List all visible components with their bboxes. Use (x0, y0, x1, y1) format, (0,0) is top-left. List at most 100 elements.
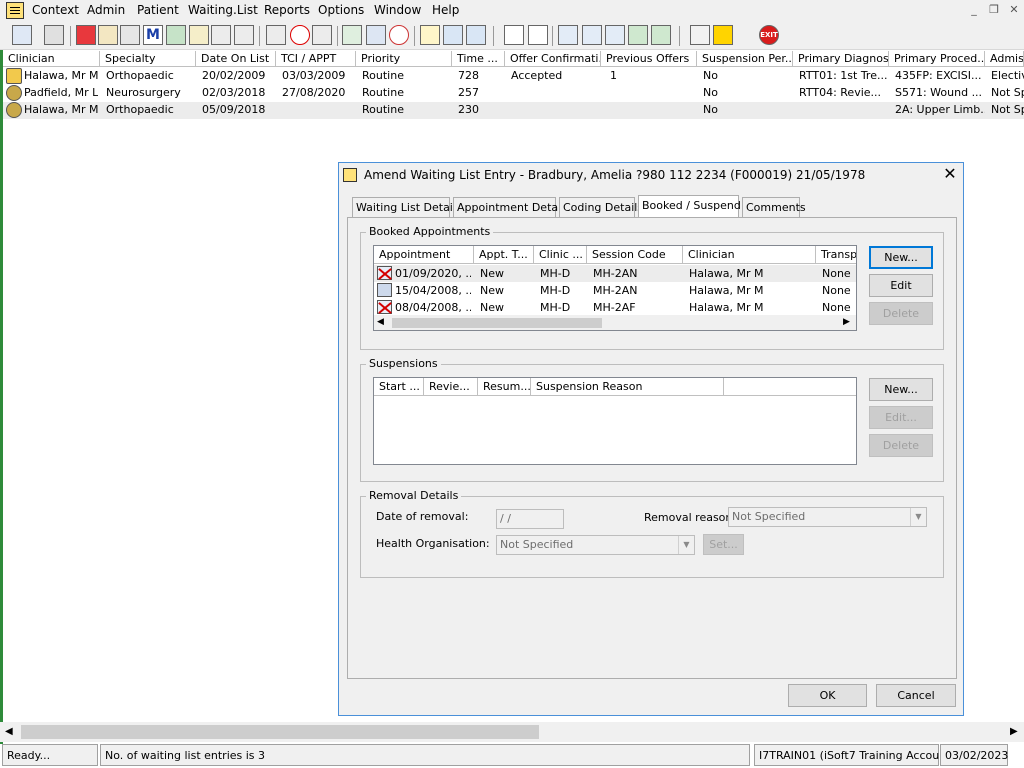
col-clinician[interactable]: Clinician (3, 51, 100, 67)
col-clinician[interactable]: Clinician (683, 246, 816, 264)
menu-context[interactable]: Context (32, 3, 79, 17)
list-check-icon[interactable] (605, 25, 625, 45)
warning-icon[interactable] (713, 25, 733, 45)
menu-patient[interactable]: Patient (137, 3, 179, 17)
scroll-thumb[interactable] (21, 725, 539, 739)
col-resume[interactable]: Resum... (478, 378, 531, 396)
table-row[interactable]: Halawa, Mr M Orthopaedic 20/02/2009 03/0… (3, 68, 1024, 85)
remove-list-icon[interactable] (266, 25, 286, 45)
col-suspension-reason[interactable]: Suspension Reason (531, 378, 724, 396)
col-date-on-list[interactable]: Date On List (196, 51, 276, 67)
col-appt-type[interactable]: Appt. T... (474, 246, 534, 264)
ambulance-icon[interactable] (443, 25, 463, 45)
col-transport[interactable]: Transp (816, 246, 856, 264)
new-suspension-button[interactable]: New... (869, 378, 933, 401)
col-blank[interactable] (724, 378, 856, 396)
delete-suspension-button[interactable]: Delete (869, 434, 933, 457)
clock-icon[interactable] (290, 25, 310, 45)
menu-admin[interactable]: Admin (87, 3, 125, 17)
table-row[interactable]: 01/09/2020, ... New MH-D MH-2AN Halawa, … (374, 265, 856, 282)
m-icon[interactable]: M (143, 25, 163, 45)
tab-booked-suspend[interactable]: Booked / Suspend (638, 195, 741, 217)
document-icon[interactable] (504, 25, 524, 45)
col-admission[interactable]: Admiss (985, 51, 1024, 67)
col-session-code[interactable]: Session Code (587, 246, 683, 264)
gauge-icon[interactable] (389, 25, 409, 45)
edit-suspension-button[interactable]: Edit... (869, 406, 933, 429)
delete-appointment-button[interactable]: Delete (869, 302, 933, 325)
cell-session-code: MH-2AN (593, 267, 638, 280)
table-row[interactable]: Padfield, Mr L Neurosurgery 02/03/2018 2… (3, 85, 1024, 102)
col-offer-confirmation[interactable]: Offer Confirmati... (505, 51, 601, 67)
bar-chart-icon[interactable] (528, 25, 548, 45)
set-organisation-button[interactable]: Set... (703, 534, 744, 555)
col-specialty[interactable]: Specialty (100, 51, 196, 67)
exit-icon[interactable]: EXIT (759, 25, 779, 45)
col-suspension-period[interactable]: Suspension Per... (697, 51, 793, 67)
date-of-removal-field[interactable]: / / (496, 509, 564, 529)
health-organisation-select[interactable]: Not Specified ▼ (496, 535, 695, 555)
table-row[interactable]: Halawa, Mr M Orthopaedic 05/09/2018 Rout… (3, 102, 1024, 119)
globe-icon[interactable] (558, 25, 578, 45)
notes-icon[interactable] (366, 25, 386, 45)
ok-button[interactable]: OK (788, 684, 867, 707)
flag-red-icon[interactable] (234, 25, 254, 45)
tab-appointment-details[interactable]: Appointment Details (453, 197, 570, 217)
menu-options[interactable]: Options (318, 3, 364, 17)
book-icon[interactable] (76, 25, 96, 45)
printer-icon[interactable] (44, 25, 64, 45)
window-icon[interactable] (312, 25, 332, 45)
scroll-thumb[interactable] (392, 318, 602, 328)
col-review[interactable]: Revie... (424, 378, 478, 396)
col-previous-offers[interactable]: Previous Offers (601, 51, 697, 67)
col-appointment[interactable]: Appointment (374, 246, 474, 264)
scroll-right-icon[interactable]: ▶ (843, 317, 850, 327)
col-time[interactable]: Time ... (452, 51, 505, 67)
green-up-icon[interactable] (651, 25, 671, 45)
scroll-left-icon[interactable]: ◀ (377, 317, 384, 327)
swap-arrows-icon[interactable] (690, 25, 710, 45)
removal-reason-select[interactable]: Not Specified ▼ (728, 507, 927, 527)
restore-icon[interactable]: ❐ (986, 3, 1002, 18)
col-priority[interactable]: Priority (356, 51, 452, 67)
toolbar: M EXIT (0, 22, 1024, 50)
close-icon[interactable]: ✕ (1006, 3, 1022, 18)
dialog-close-icon[interactable]: ✕ (941, 165, 959, 183)
scroll-right-icon[interactable]: ▶ (1010, 726, 1018, 737)
edit-document-icon[interactable] (98, 25, 118, 45)
table-row[interactable]: 15/04/2008, ... New MH-D MH-2AN Halawa, … (374, 282, 856, 299)
scroll-left-icon[interactable]: ◀ (5, 726, 13, 737)
menu-reports[interactable]: Reports (264, 3, 310, 17)
grid-scrollbar[interactable]: ◀ ▶ (374, 315, 856, 330)
list-note-icon[interactable] (420, 25, 440, 45)
col-tci-appt[interactable]: TCI / APPT (276, 51, 356, 67)
col-clinic[interactable]: Clinic ... (534, 246, 587, 264)
table-row[interactable]: 08/04/2008, ... New MH-D MH-2AF Halawa, … (374, 299, 856, 316)
chart-board-icon[interactable] (342, 25, 362, 45)
col-primary-procedure[interactable]: Primary Proced... (889, 51, 985, 67)
note-icon[interactable] (189, 25, 209, 45)
flag-icon[interactable] (211, 25, 231, 45)
minimize-icon[interactable]: _ (966, 3, 982, 18)
menu-waiting-list[interactable]: Waiting.List (188, 3, 258, 17)
col-primary-diagnosis[interactable]: Primary Diagnosis (793, 51, 889, 67)
tab-coding-details[interactable]: Coding Details (559, 197, 643, 217)
search-list-icon[interactable] (120, 25, 140, 45)
transport-icon[interactable] (466, 25, 486, 45)
app-menu-icon[interactable] (6, 2, 24, 19)
cancel-button[interactable]: Cancel (876, 684, 956, 707)
menu-window[interactable]: Window (374, 3, 421, 17)
list-down-icon[interactable] (582, 25, 602, 45)
main-horizontal-scrollbar[interactable]: ◀ ▶ (0, 722, 1024, 742)
chevron-down-icon[interactable]: ▼ (678, 536, 694, 554)
tab-waiting-list-details[interactable]: Waiting List Details (352, 197, 462, 217)
col-start[interactable]: Start ... (374, 378, 424, 396)
green-down-icon[interactable] (628, 25, 648, 45)
menu-help[interactable]: Help (432, 3, 459, 17)
person-icon[interactable] (166, 25, 186, 45)
tab-comments[interactable]: Comments (742, 197, 806, 217)
new-appointment-button[interactable]: New... (869, 246, 933, 269)
clinician-icon[interactable] (12, 25, 32, 45)
edit-appointment-button[interactable]: Edit (869, 274, 933, 297)
chevron-down-icon[interactable]: ▼ (910, 508, 926, 526)
